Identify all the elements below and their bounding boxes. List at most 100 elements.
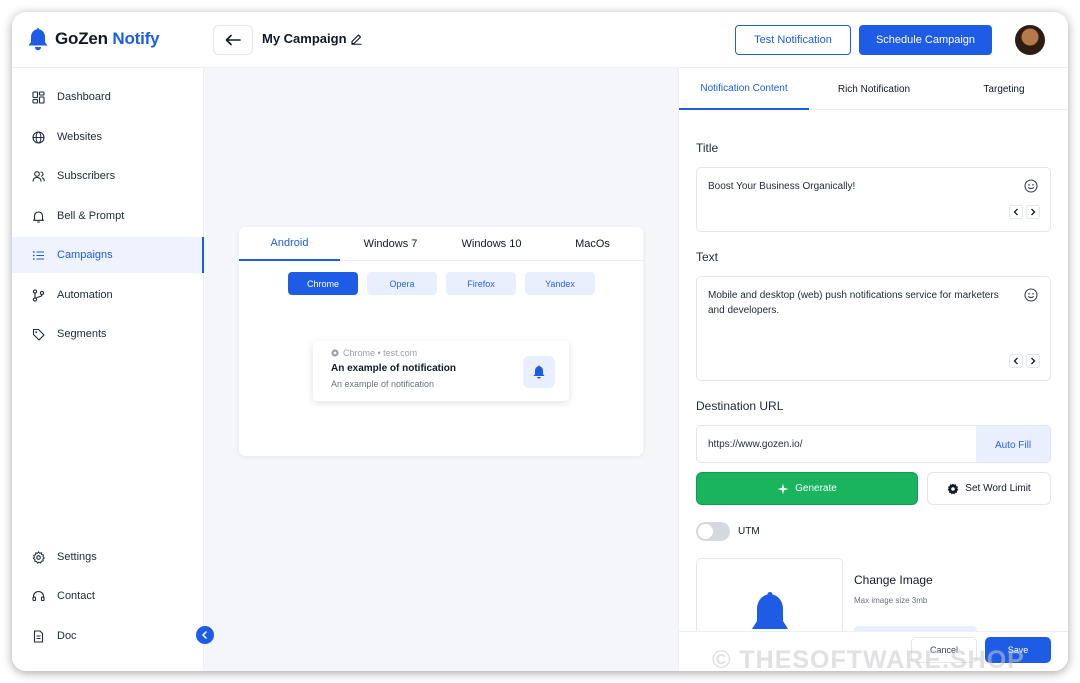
sidebar-item-contact[interactable]: Contact xyxy=(12,578,204,614)
arrow-left-icon xyxy=(225,34,241,46)
sidebar-item-automation[interactable]: Automation xyxy=(12,277,204,313)
browser-chrome-button[interactable]: Chrome xyxy=(288,272,358,295)
chevron-right-icon xyxy=(1031,208,1036,216)
chevron-right-icon xyxy=(1031,357,1036,365)
headset-icon xyxy=(32,590,45,601)
title-label: Title xyxy=(696,141,719,155)
sidebar-item-label: Campaigns xyxy=(57,249,113,261)
tab-android[interactable]: Android xyxy=(239,227,340,261)
sidebar-item-dashboard[interactable]: Dashboard xyxy=(12,79,204,115)
destination-url-field[interactable]: https://www.gozen.io/ Auto Fill xyxy=(696,425,1051,463)
utm-label: UTM xyxy=(738,526,760,537)
browser-firefox-button[interactable]: Firefox xyxy=(446,272,516,295)
sidebar-item-segments[interactable]: Segments xyxy=(12,316,204,352)
sidebar-item-label: Dashboard xyxy=(57,91,111,103)
tag-icon xyxy=(32,328,45,341)
schedule-campaign-button[interactable]: Schedule Campaign xyxy=(859,25,992,55)
chrome-icon xyxy=(331,349,339,357)
emoji-icon[interactable] xyxy=(1024,179,1038,193)
app-window: GoZen Notify My Campaign Test Notificati… xyxy=(12,12,1068,671)
text-value: Mobile and desktop (web) push notificati… xyxy=(708,290,999,316)
auto-fill-button[interactable]: Auto Fill xyxy=(976,426,1050,462)
browser-opera-button[interactable]: Opera xyxy=(367,272,437,295)
os-tabs: Android Windows 7 Windows 10 MacOs xyxy=(239,227,643,261)
text-label: Text xyxy=(696,250,719,264)
bell-icon xyxy=(533,365,545,379)
text-variation-arrows xyxy=(1009,354,1040,368)
sidebar-item-campaigns[interactable]: Campaigns xyxy=(12,237,204,273)
sidebar-item-label: Segments xyxy=(57,328,107,340)
sidebar-item-label: Doc xyxy=(57,630,77,642)
gear-icon xyxy=(32,550,45,564)
avatar[interactable] xyxy=(1015,25,1045,55)
editor-panel: Notification Content Rich Notification T… xyxy=(678,68,1068,671)
sidebar-item-label: Settings xyxy=(57,551,97,563)
text-field[interactable]: Mobile and desktop (web) push notificati… xyxy=(696,276,1051,381)
sidebar-item-doc[interactable]: Doc xyxy=(12,618,204,654)
prev-arrow-button[interactable] xyxy=(1009,354,1023,368)
notification-text: An example of notification xyxy=(331,379,435,389)
max-image-size: Max image size 3mb xyxy=(854,596,928,605)
emoji-icon[interactable] xyxy=(1024,288,1038,302)
gear-icon xyxy=(947,483,959,494)
branch-icon xyxy=(32,288,45,302)
collapse-sidebar-button[interactable] xyxy=(196,626,214,644)
bell-logo-icon xyxy=(28,28,48,51)
tab-macos[interactable]: MacOs xyxy=(542,227,643,261)
title-field[interactable]: Boost Your Business Organically! xyxy=(696,167,1051,232)
top-bar: GoZen Notify My Campaign Test Notificati… xyxy=(12,12,1068,68)
sidebar-item-label: Subscribers xyxy=(57,170,116,182)
sidebar-item-bell-prompt[interactable]: Bell & Prompt xyxy=(12,198,204,234)
notification-source: Chrome • test.com xyxy=(331,348,417,358)
browser-selector: Chrome Opera Firefox Yandex xyxy=(288,272,595,295)
campaign-name: My Campaign xyxy=(262,31,347,46)
dashboard-icon xyxy=(32,90,45,104)
chevron-left-icon xyxy=(1013,357,1018,365)
tab-rich-notification[interactable]: Rich Notification xyxy=(809,68,939,110)
sidebar-item-websites[interactable]: Websites xyxy=(12,119,204,155)
sidebar: Dashboard Websites Subscribers Bell & Pr… xyxy=(12,68,214,671)
back-button[interactable] xyxy=(213,25,253,55)
next-arrow-button[interactable] xyxy=(1026,205,1040,219)
list-icon xyxy=(32,250,44,260)
watermark: © THESOFTWARE.SHOP xyxy=(712,646,1025,674)
destination-url-label: Destination URL xyxy=(696,399,784,413)
title-variation-arrows xyxy=(1009,205,1040,219)
test-notification-button[interactable]: Test Notification xyxy=(735,25,851,55)
edit-icon[interactable] xyxy=(350,32,363,45)
title-value: Boost Your Business Organically! xyxy=(708,181,856,192)
chevron-left-icon xyxy=(201,631,207,639)
set-word-limit-button[interactable]: Set Word Limit xyxy=(927,472,1051,505)
notification-preview: Chrome • test.com An example of notifica… xyxy=(313,341,569,401)
tab-targeting[interactable]: Targeting xyxy=(939,68,1068,110)
preview-card: Android Windows 7 Windows 10 MacOs Chrom… xyxy=(239,227,643,456)
url-value: https://www.gozen.io/ xyxy=(708,439,803,450)
users-icon xyxy=(32,170,45,182)
sidebar-item-label: Automation xyxy=(57,289,113,301)
prev-arrow-button[interactable] xyxy=(1009,205,1023,219)
bell-icon xyxy=(32,210,45,223)
change-image-label: Change Image xyxy=(854,573,933,587)
sparkle-icon xyxy=(777,483,789,494)
toggle-knob xyxy=(698,524,713,539)
tab-notification-content[interactable]: Notification Content xyxy=(679,68,809,110)
sidebar-item-label: Bell & Prompt xyxy=(57,210,125,222)
document-icon xyxy=(33,629,44,643)
generate-button[interactable]: Generate xyxy=(696,472,918,505)
sidebar-item-settings[interactable]: Settings xyxy=(12,539,204,575)
tab-windows-10[interactable]: Windows 10 xyxy=(441,227,542,261)
tab-windows-7[interactable]: Windows 7 xyxy=(340,227,441,261)
app-name: GoZen Notify xyxy=(55,29,160,48)
sidebar-item-subscribers[interactable]: Subscribers xyxy=(12,158,204,194)
browser-yandex-button[interactable]: Yandex xyxy=(525,272,595,295)
notification-icon xyxy=(523,356,555,388)
sidebar-item-label: Websites xyxy=(57,131,103,143)
globe-icon xyxy=(32,130,45,144)
panel-tabs: Notification Content Rich Notification T… xyxy=(679,68,1068,110)
notification-title: An example of notification xyxy=(331,363,457,374)
utm-toggle[interactable] xyxy=(696,522,730,541)
logo[interactable]: GoZen Notify xyxy=(28,27,160,51)
next-arrow-button[interactable] xyxy=(1026,354,1040,368)
chevron-left-icon xyxy=(1013,208,1018,216)
sidebar-item-label: Contact xyxy=(57,590,95,602)
